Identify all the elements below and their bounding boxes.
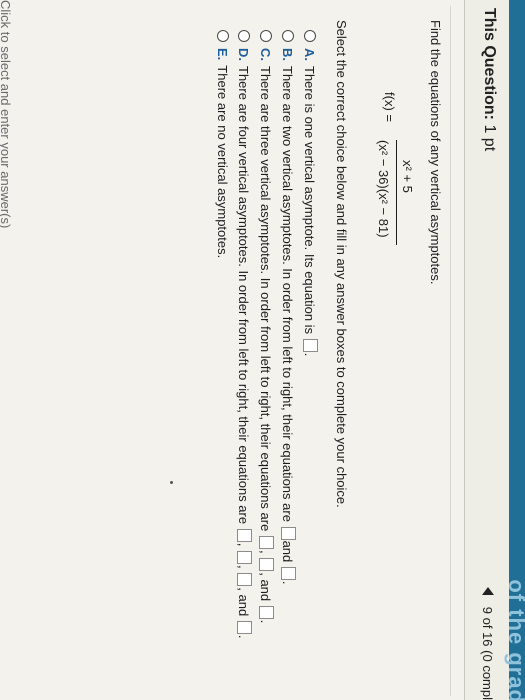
separator: , <box>236 542 251 547</box>
choice-letter: B. <box>280 48 295 61</box>
instruction-text: Select the correct choice below and fill… <box>334 20 349 508</box>
answer-box[interactable] <box>259 558 274 572</box>
radio-icon[interactable] <box>304 30 316 42</box>
fraction-bar <box>396 140 397 245</box>
divider <box>450 6 451 696</box>
choice-c[interactable]: C. There are three vertical asymptotes. I… <box>254 30 274 623</box>
question-prompt: Find the equations of any vertical asymp… <box>428 20 443 285</box>
question-nav: 9 of 16 (0 compl <box>480 587 495 700</box>
separator: , <box>236 564 251 569</box>
answer-box[interactable] <box>303 338 318 352</box>
choice-d[interactable]: D. There are four vertical asymptotes. In… <box>232 30 252 638</box>
top-banner: of the grad <box>504 0 525 700</box>
and-text: and <box>280 540 295 563</box>
progress-text: 9 of 16 (0 compl <box>480 606 495 700</box>
function-numerator: x² + 5 <box>400 160 415 193</box>
and-text: and <box>258 579 273 602</box>
choice-text: There are no vertical asymptotes. <box>215 65 230 259</box>
answer-box[interactable] <box>237 550 252 564</box>
choice-e[interactable]: E. There are no vertical asymptotes. <box>210 30 230 258</box>
answer-box[interactable] <box>237 573 252 587</box>
function-label: f(x) = <box>382 92 397 122</box>
separator: , <box>258 572 273 576</box>
question-label: This Question: <box>481 8 498 120</box>
radio-icon[interactable] <box>260 30 272 42</box>
choice-letter: E. <box>215 48 230 61</box>
and-text: and <box>236 594 251 617</box>
choice-letter: C. <box>258 48 273 61</box>
choice-b[interactable]: B. There are two vertical asymptotes. In … <box>276 30 296 585</box>
answer-box[interactable] <box>281 566 296 580</box>
answer-hint: Click to select and enter your answer(s) <box>0 0 13 229</box>
answer-box[interactable] <box>259 535 274 549</box>
choice-a[interactable]: A. There is one vertical asymptote. Its e… <box>298 30 318 356</box>
header: of the grad This Question: 1 pt 9 of 16 … <box>464 0 525 700</box>
choice-text: There are two vertical asymptotes. In or… <box>280 66 295 522</box>
separator: , <box>236 587 251 591</box>
stray-dot <box>170 481 173 484</box>
question-title: This Question: 1 pt <box>480 8 498 151</box>
choice-text: There is one vertical asymptote. Its equ… <box>302 66 317 335</box>
answer-box[interactable] <box>237 620 252 634</box>
previous-arrow-icon[interactable] <box>482 587 494 596</box>
function-denominator: (x² − 36)(x² − 81) <box>376 140 391 238</box>
choice-letter: A. <box>302 48 317 61</box>
question-page: of the grad This Question: 1 pt 9 of 16 … <box>0 0 525 700</box>
choice-end: . <box>236 634 251 639</box>
answer-box[interactable] <box>281 526 296 540</box>
choice-text: There are four vertical asymptotes. In o… <box>236 66 251 525</box>
choice-letter: D. <box>236 48 251 61</box>
radio-icon[interactable] <box>238 30 250 42</box>
answer-box[interactable] <box>259 605 274 619</box>
banner-text: of the grad <box>504 579 525 700</box>
choice-end: . <box>258 619 273 624</box>
choice-end: . <box>302 352 317 357</box>
radio-icon[interactable] <box>282 30 294 42</box>
screen: of the grad This Question: 1 pt 9 of 16 … <box>0 0 525 700</box>
separator: , <box>258 549 273 554</box>
radio-icon[interactable] <box>217 30 229 42</box>
question-points: 1 pt <box>481 124 498 152</box>
choice-text: There are three vertical asymptotes. In … <box>258 66 273 532</box>
choice-end: . <box>280 580 295 585</box>
answer-box[interactable] <box>237 528 252 542</box>
